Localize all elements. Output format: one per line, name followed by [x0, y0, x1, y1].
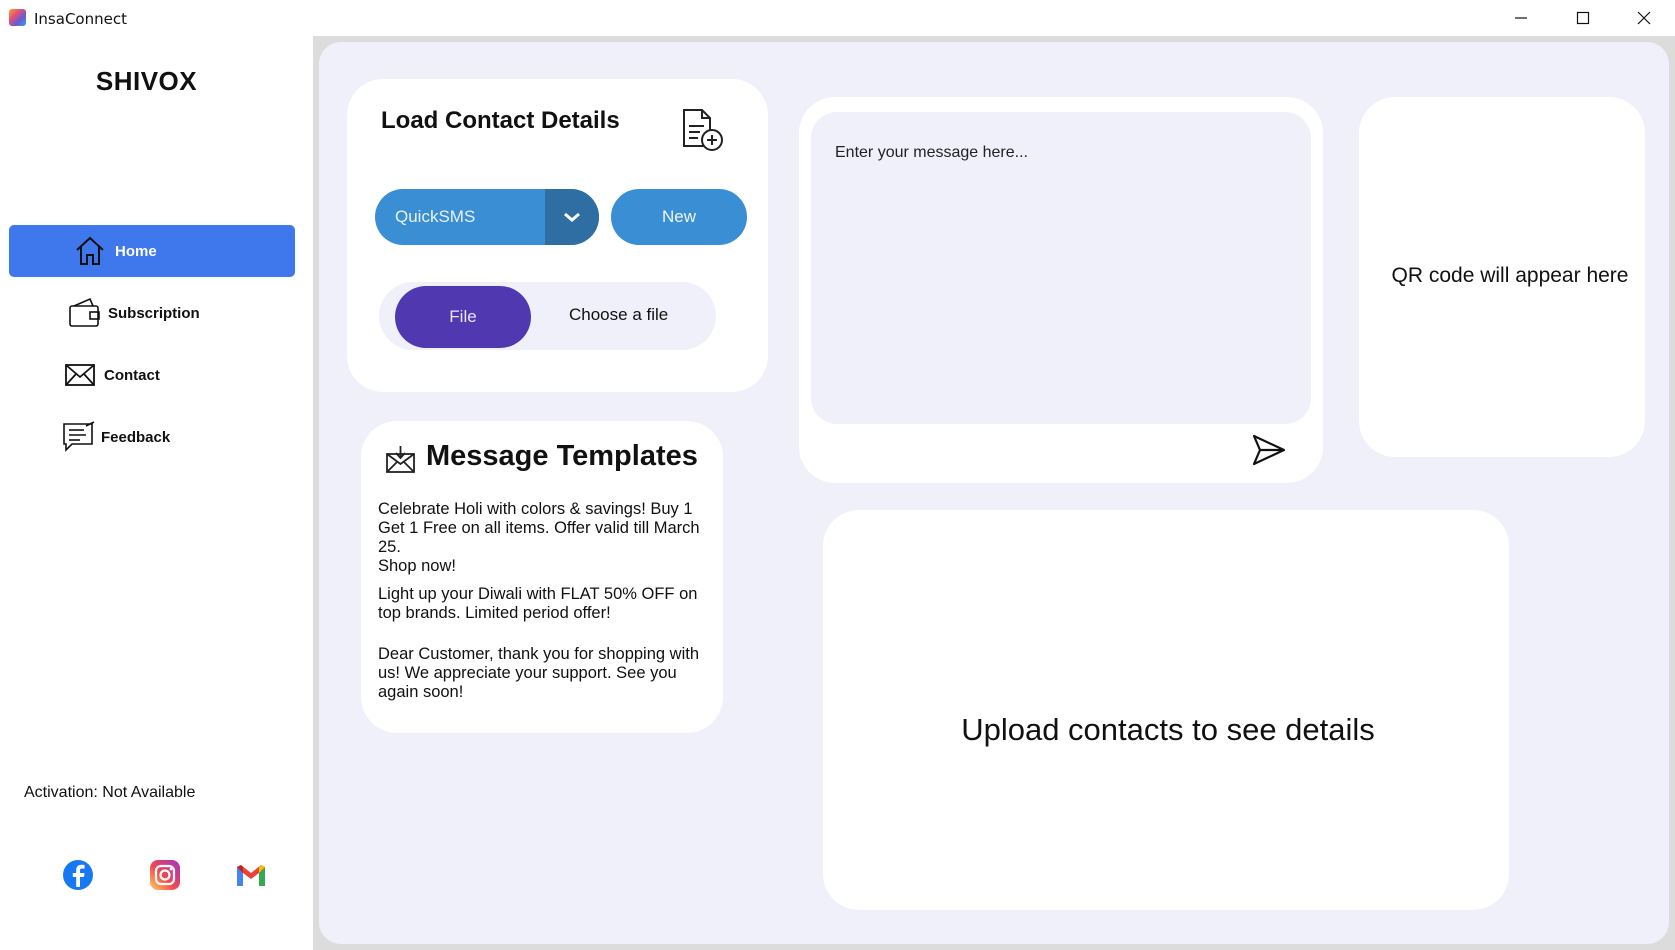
qr-placeholder: QR code will appear here [1391, 264, 1629, 287]
title-bar: InsaConnect [0, 0, 1675, 36]
brand-title: SHIVOX [95, 66, 198, 96]
sidebar-item-home[interactable]: Home [9, 225, 295, 277]
templates-title: Message Templates [426, 440, 698, 472]
load-contacts-title: Load Contact Details [381, 107, 620, 134]
home-icon [73, 234, 107, 268]
template-item[interactable]: Dear Customer, thank you for shopping wi… [378, 645, 718, 702]
minimize-icon [1515, 17, 1527, 19]
file-button[interactable]: File [395, 286, 531, 348]
feedback-icon [62, 420, 96, 454]
envelope-icon [64, 358, 98, 392]
new-button[interactable]: New [611, 189, 747, 245]
contact-details-card [823, 510, 1509, 910]
template-item[interactable]: Celebrate Holi with colors & savings! Bu… [378, 500, 718, 576]
instagram-icon[interactable] [148, 858, 182, 892]
app-icon [9, 9, 26, 26]
close-icon [1637, 11, 1651, 25]
sidebar-item-label: Subscription [108, 304, 200, 322]
gmail-icon[interactable] [234, 858, 268, 892]
contact-details-placeholder: Upload contacts to see details [961, 712, 1375, 747]
sidebar-item-subscription[interactable]: Subscription [68, 287, 200, 339]
activation-status: Activation: Not Available [24, 784, 196, 801]
template-dropdown[interactable]: QuickSMS [375, 189, 599, 245]
minimize-button[interactable] [1490, 0, 1552, 36]
sidebar-item-contact[interactable]: Contact [64, 349, 160, 401]
template-item[interactable]: Light up your Diwali with FLAT 50% OFF o… [378, 585, 718, 623]
message-input[interactable] [835, 144, 1295, 162]
sidebar-item-label: Contact [104, 366, 160, 384]
dropdown-value: QuickSMS [395, 207, 476, 226]
window-title: InsaConnect [34, 10, 127, 28]
wallet-icon [68, 296, 102, 330]
maximize-button[interactable] [1552, 0, 1614, 36]
facebook-icon[interactable] [61, 858, 95, 892]
mail-icon [385, 444, 417, 474]
maximize-icon [1576, 11, 1590, 25]
sidebar-item-label: Feedback [101, 428, 171, 446]
send-icon[interactable] [1251, 433, 1287, 467]
add-document-icon[interactable] [680, 106, 728, 154]
close-button[interactable] [1613, 0, 1675, 36]
sidebar-item-feedback[interactable]: Feedback [62, 411, 170, 463]
sidebar-item-label: Home [115, 242, 157, 260]
chevron-down-icon[interactable] [545, 189, 599, 245]
file-status: Choose a file [569, 305, 669, 324]
sidebar: SHIVOX Home Subscription Contact Feedbac… [0, 36, 313, 950]
